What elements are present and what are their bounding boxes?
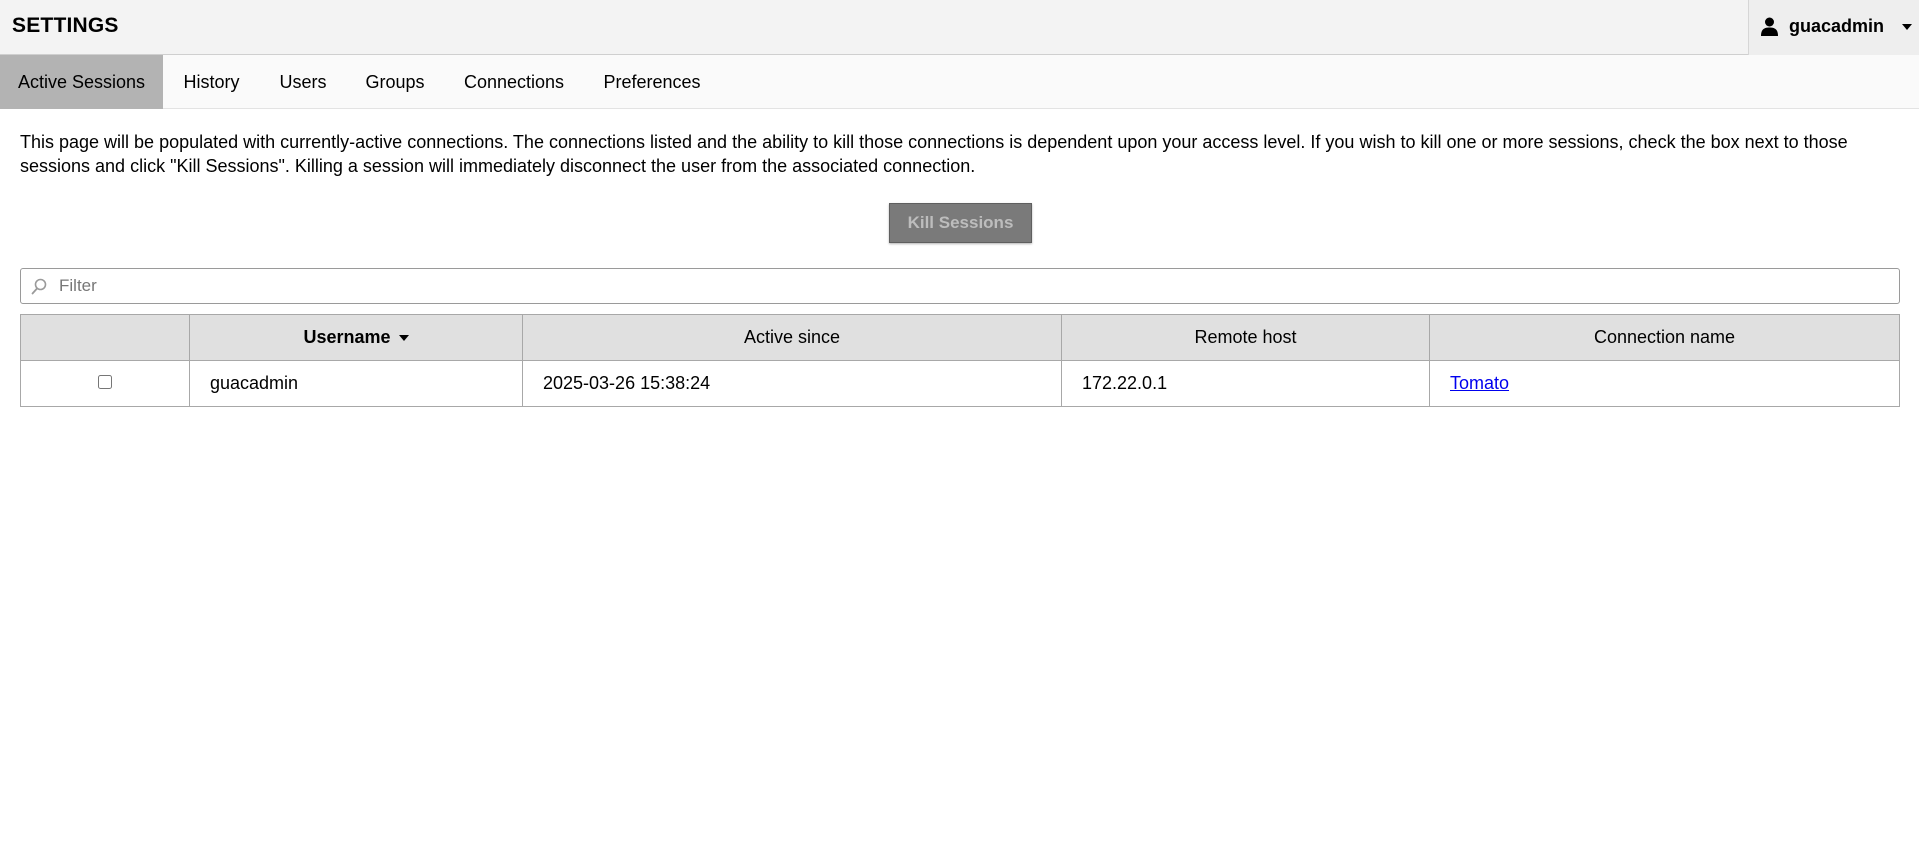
filter-box [20, 268, 1900, 304]
sort-caret-down-icon [398, 335, 409, 342]
tab-history[interactable]: History [163, 55, 260, 109]
row-select-cell [20, 360, 190, 407]
tab-users[interactable]: Users [260, 55, 346, 109]
cell-username: guacadmin [189, 360, 523, 407]
column-header-remote-host[interactable]: Remote host [1061, 314, 1430, 361]
tab-active-sessions[interactable]: Active Sessions [0, 55, 163, 109]
column-header-connection-name[interactable]: Connection name [1429, 314, 1900, 361]
row-select-checkbox[interactable] [97, 375, 112, 389]
column-header-username[interactable]: Username [189, 314, 523, 361]
app-header: SETTINGS guacadmin [0, 0, 1919, 55]
tab-connections[interactable]: Connections [444, 55, 584, 109]
cell-connection-name: Tomato [1429, 360, 1900, 407]
tab-preferences[interactable]: Preferences [584, 55, 720, 109]
user-icon [1761, 17, 1778, 36]
column-header-active-since[interactable]: Active since [522, 314, 1062, 361]
sessions-table: Username Active since Remote host Connec… [20, 314, 1900, 407]
table-row: guacadmin 2025-03-26 15:38:24 172.22.0.1… [20, 360, 1900, 407]
settings-tabs: Active Sessions History Users Groups Con… [0, 55, 1919, 109]
tab-groups[interactable]: Groups [346, 55, 444, 109]
filter-input[interactable] [57, 273, 1887, 299]
connection-link[interactable]: Tomato [1450, 373, 1509, 393]
page-description: This page will be populated with current… [20, 132, 1848, 176]
user-menu[interactable]: guacadmin [1748, 0, 1919, 55]
column-header-select [20, 314, 190, 361]
page-title: SETTINGS [12, 14, 119, 37]
cell-remote-host: 172.22.0.1 [1061, 360, 1430, 407]
user-menu-name: guacadmin [1789, 16, 1885, 36]
search-icon [31, 278, 47, 295]
chevron-down-icon [1902, 24, 1912, 30]
cell-active-since: 2025-03-26 15:38:24 [522, 360, 1062, 407]
column-header-username-label: Username [303, 327, 391, 347]
table-header-row: Username Active since Remote host Connec… [20, 314, 1900, 361]
kill-sessions-button[interactable]: Kill Sessions [889, 203, 1032, 243]
